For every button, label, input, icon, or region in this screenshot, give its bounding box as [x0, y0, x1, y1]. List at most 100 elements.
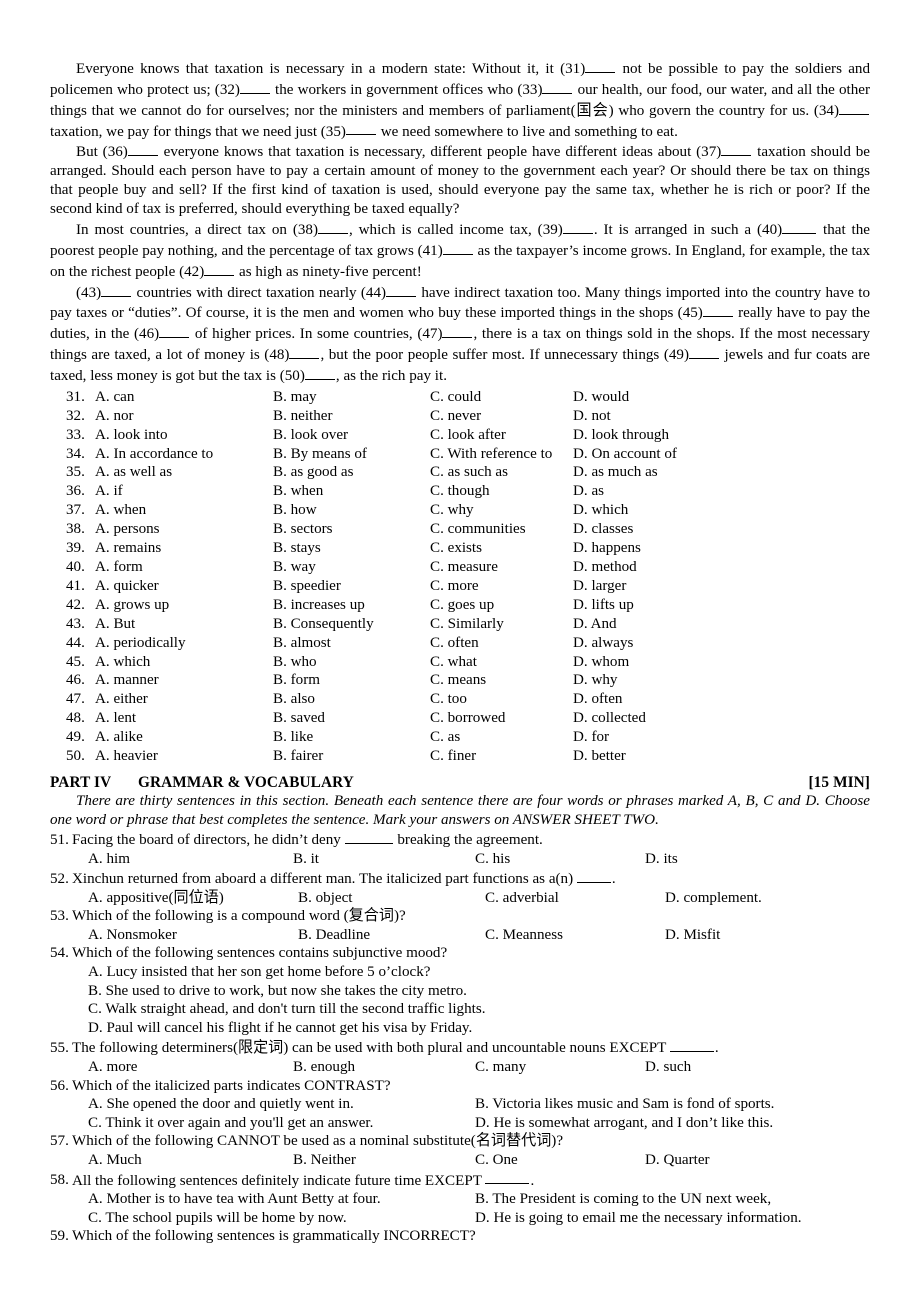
option-c[interactable]: C. Walk straight ahead, and don't turn t… — [88, 1000, 870, 1019]
option-a[interactable]: A. periodically — [95, 634, 273, 653]
option-a[interactable]: A. grows up — [95, 596, 273, 615]
option-b[interactable]: B. Victoria likes music and Sam is fond … — [475, 1095, 774, 1114]
option-c[interactable]: C. could — [430, 388, 573, 407]
option-c[interactable]: C. never — [430, 407, 573, 426]
option-b[interactable]: B. enough — [293, 1058, 475, 1077]
option-b[interactable]: B. fairer — [273, 747, 430, 766]
option-b[interactable]: B. stays — [273, 539, 430, 558]
option-d[interactable]: D. classes — [573, 520, 633, 539]
option-d[interactable]: D. its — [645, 850, 678, 869]
option-a[interactable]: A. form — [95, 558, 273, 577]
option-a[interactable]: A. But — [95, 615, 273, 634]
option-a[interactable]: A. alike — [95, 728, 273, 747]
option-a[interactable]: A. look into — [95, 426, 273, 445]
option-d[interactable]: D. Paul will cancel his flight if he can… — [88, 1019, 870, 1038]
option-c[interactable]: C. Think it over again and you'll get an… — [88, 1114, 475, 1133]
option-d[interactable]: D. happens — [573, 539, 641, 558]
option-d[interactable]: D. as much as — [573, 463, 658, 482]
option-b[interactable]: B. object — [298, 889, 485, 908]
option-a[interactable]: A. appositive(同位语) — [88, 889, 298, 908]
option-c[interactable]: C. exists — [430, 539, 573, 558]
option-c[interactable]: C. measure — [430, 558, 573, 577]
option-b[interactable]: B. Consequently — [273, 615, 430, 634]
option-c[interactable]: C. too — [430, 690, 573, 709]
option-c[interactable]: C. as such as — [430, 463, 573, 482]
option-d[interactable]: D. Quarter — [645, 1151, 710, 1170]
option-c[interactable]: C. The school pupils will be home by now… — [88, 1209, 475, 1228]
option-c[interactable]: C. as — [430, 728, 573, 747]
option-b[interactable]: B. like — [273, 728, 430, 747]
option-b[interactable]: B. also — [273, 690, 430, 709]
option-c[interactable]: C. though — [430, 482, 573, 501]
option-d[interactable]: D. which — [573, 501, 628, 520]
option-d[interactable]: D. Misfit — [665, 926, 720, 945]
option-c[interactable]: C. Meanness — [485, 926, 665, 945]
option-a[interactable]: A. if — [95, 482, 273, 501]
option-c[interactable]: C. look after — [430, 426, 573, 445]
option-a[interactable]: A. persons — [95, 520, 273, 539]
option-b[interactable]: B. Deadline — [298, 926, 485, 945]
option-a[interactable]: A. as well as — [95, 463, 273, 482]
option-d[interactable]: D. always — [573, 634, 633, 653]
option-b[interactable]: B. Neither — [293, 1151, 475, 1170]
option-c[interactable]: C. often — [430, 634, 573, 653]
option-b[interactable]: B. when — [273, 482, 430, 501]
option-b[interactable]: B. saved — [273, 709, 430, 728]
option-a[interactable]: A. heavier — [95, 747, 273, 766]
option-b[interactable]: B. sectors — [273, 520, 430, 539]
option-c[interactable]: C. what — [430, 653, 573, 672]
option-d[interactable]: D. He is going to email me the necessary… — [475, 1209, 802, 1228]
option-b[interactable]: B. as good as — [273, 463, 430, 482]
option-d[interactable]: D. larger — [573, 577, 626, 596]
option-a[interactable]: A. Much — [88, 1151, 293, 1170]
option-d[interactable]: D. method — [573, 558, 637, 577]
option-a[interactable]: A. Lucy insisted that her son get home b… — [88, 963, 870, 982]
option-d[interactable]: D. often — [573, 690, 622, 709]
option-b[interactable]: B. She used to drive to work, but now sh… — [88, 982, 870, 1001]
option-d[interactable]: D. lifts up — [573, 596, 634, 615]
option-d[interactable]: D. whom — [573, 653, 629, 672]
option-c[interactable]: C. his — [475, 850, 645, 869]
option-d[interactable]: D. On account of — [573, 445, 677, 464]
option-b[interactable]: B. form — [273, 671, 430, 690]
option-a[interactable]: A. when — [95, 501, 273, 520]
option-c[interactable]: C. With reference to — [430, 445, 573, 464]
option-c[interactable]: C. goes up — [430, 596, 573, 615]
option-a[interactable]: A. him — [88, 850, 293, 869]
option-d[interactable]: D. And — [573, 615, 617, 634]
option-d[interactable]: D. as — [573, 482, 604, 501]
option-a[interactable]: A. She opened the door and quietly went … — [88, 1095, 475, 1114]
option-b[interactable]: B. who — [273, 653, 430, 672]
option-b[interactable]: B. it — [293, 850, 475, 869]
option-c[interactable]: C. finer — [430, 747, 573, 766]
option-d[interactable]: D. such — [645, 1058, 691, 1077]
option-a[interactable]: A. can — [95, 388, 273, 407]
option-d[interactable]: D. collected — [573, 709, 646, 728]
option-a[interactable]: A. manner — [95, 671, 273, 690]
option-a[interactable]: A. Mother is to have tea with Aunt Betty… — [88, 1190, 475, 1209]
option-b[interactable]: B. almost — [273, 634, 430, 653]
option-d[interactable]: D. He is somewhat arrogant, and I don’t … — [475, 1114, 773, 1133]
option-a[interactable]: A. Nonsmoker — [88, 926, 298, 945]
option-a[interactable]: A. which — [95, 653, 273, 672]
option-b[interactable]: B. speedier — [273, 577, 430, 596]
option-a[interactable]: A. more — [88, 1058, 293, 1077]
option-a[interactable]: A. remains — [95, 539, 273, 558]
option-b[interactable]: B. The President is coming to the UN nex… — [475, 1190, 771, 1209]
option-b[interactable]: B. neither — [273, 407, 430, 426]
option-c[interactable]: C. borrowed — [430, 709, 573, 728]
option-a[interactable]: A. nor — [95, 407, 273, 426]
option-a[interactable]: A. quicker — [95, 577, 273, 596]
option-b[interactable]: B. increases up — [273, 596, 430, 615]
option-d[interactable]: D. complement. — [665, 889, 762, 908]
option-b[interactable]: B. how — [273, 501, 430, 520]
option-b[interactable]: B. may — [273, 388, 430, 407]
option-d[interactable]: D. for — [573, 728, 609, 747]
option-c[interactable]: C. means — [430, 671, 573, 690]
option-d[interactable]: D. why — [573, 671, 617, 690]
option-d[interactable]: D. look through — [573, 426, 669, 445]
option-d[interactable]: D. would — [573, 388, 629, 407]
option-d[interactable]: D. better — [573, 747, 626, 766]
option-a[interactable]: A. either — [95, 690, 273, 709]
option-c[interactable]: C. One — [475, 1151, 645, 1170]
